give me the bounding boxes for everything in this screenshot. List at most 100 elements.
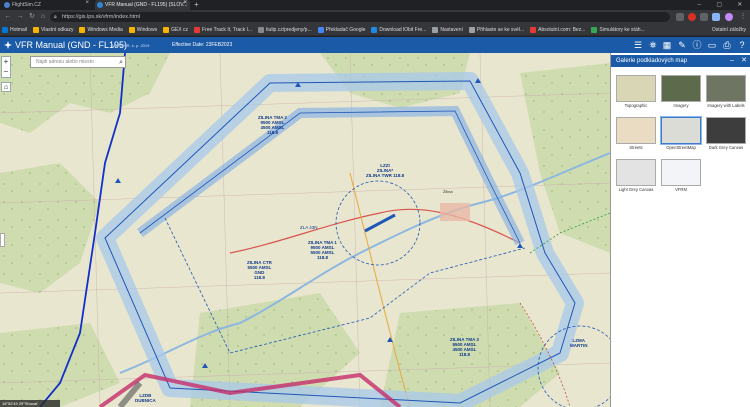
zilina-tma1-label: ZILINA TMA 1 9500 AMSL 5500 AMSL 118.8 xyxy=(308,240,337,260)
extensions-puzzle-icon[interactable] xyxy=(700,13,708,21)
back-arrow-icon[interactable]: ← xyxy=(3,12,13,22)
bookmark-item[interactable]: GEX cz xyxy=(161,26,192,33)
basemap-thumbnail xyxy=(661,75,701,102)
tab-close-icon[interactable]: × xyxy=(183,0,187,6)
zoom-in-button[interactable]: + xyxy=(2,57,10,67)
basemap-option[interactable]: Light Grey Canvas xyxy=(615,159,657,201)
tab-vfr-manual[interactable]: VFR Manual (GND - FL195) (SLOV... × xyxy=(95,0,190,10)
bookmark-icon xyxy=(258,26,265,33)
basemap-option[interactable]: Imagery with Labels xyxy=(705,75,747,117)
tab-favicon-icon xyxy=(4,2,10,8)
app-subtitle: MLPS SR, š. p. 2019 xyxy=(112,43,150,48)
bookmark-label: Download lObit Fre... xyxy=(379,26,427,33)
close-window-icon[interactable]: ✕ xyxy=(737,0,742,10)
zoom-control: + − xyxy=(1,56,11,78)
measure-icon[interactable]: ▭ xyxy=(706,39,718,51)
bookmark-item[interactable]: Simulátory ke stáh... xyxy=(589,26,648,33)
address-search-input[interactable]: Nájdi adresu alebo miesto ⌕ xyxy=(30,56,126,68)
minimize-panel-icon[interactable]: – xyxy=(727,56,737,66)
bookmark-label: Windows Media xyxy=(87,26,123,33)
minimize-icon[interactable]: – xyxy=(698,0,701,10)
bookmark-label: Překladač Google xyxy=(325,26,366,33)
bookmark-item[interactable]: Nastavení xyxy=(430,26,467,33)
basemap-thumbnail xyxy=(661,117,701,144)
bookmark-icon xyxy=(371,26,378,33)
search-placeholder: Nájdi adresu alebo miesto xyxy=(36,59,94,65)
new-tab-button[interactable]: + xyxy=(194,0,199,10)
lzdb-dubnica-label: LZDB DUBNICA xyxy=(135,393,156,403)
bookmark-label: Windows xyxy=(136,26,158,33)
basemap-option[interactable]: Topographic xyxy=(615,75,657,117)
basemap-caption: VFRM xyxy=(675,187,687,192)
map-canvas[interactable] xyxy=(0,53,610,407)
zla-label: ZLA 43N xyxy=(300,225,318,230)
address-bar-row: ← → ↻ ⌂ 🔒︎ https://gis.lps.sk/vfrm/index… xyxy=(0,10,750,24)
map-view[interactable]: ZILINA TMA 2 9500 AMSL 4500 AMSL 118.8 LZZI… xyxy=(0,53,610,407)
tab-flightsim[interactable]: FlightSim.CZ × xyxy=(2,0,92,10)
aerodrome-icon[interactable]: ⛯ xyxy=(647,39,659,51)
home-icon[interactable]: ⌂ xyxy=(38,12,48,22)
bookmark-item[interactable]: Windows xyxy=(127,26,161,33)
bookmark-item[interactable]: Free Track It, Track I... xyxy=(192,26,256,33)
tab-close-icon[interactable]: × xyxy=(85,0,89,6)
basemap-caption: OpenStreetMap xyxy=(666,145,696,150)
bookmark-icon xyxy=(128,26,135,33)
basemap-option[interactable]: OpenStreetMap xyxy=(660,117,702,159)
bookmarks-bar: Hotmail Vlastní odkazy Windows Media Window… xyxy=(0,24,750,36)
search-icon[interactable]: ⌕ xyxy=(119,57,123,68)
lzzi-aerodrome-label: LZZI ZILINA* ZILINA TWR 118.8 xyxy=(366,163,405,178)
coordinate-readout: 18°52'49 29°Shuzať xyxy=(0,400,60,407)
tab-favicon-icon xyxy=(97,2,103,8)
adblock-extension-icon[interactable] xyxy=(688,13,696,21)
profile-avatar[interactable] xyxy=(725,13,733,21)
other-bookmarks[interactable]: Ostatní záložky xyxy=(702,27,750,33)
zoom-out-button[interactable]: − xyxy=(2,67,10,77)
help-icon[interactable]: ? xyxy=(736,39,748,51)
zilina-tma3-label: ZILINA TMA 3 9500 AMSL 4500 AMSL 118.8 xyxy=(450,337,479,357)
close-panel-icon[interactable]: ✕ xyxy=(739,56,749,66)
basemap-option[interactable]: Dark Grey Canvas xyxy=(705,117,747,159)
browser-menu-icon[interactable]: ⋮ xyxy=(738,12,748,22)
url-text: https://gis.lps.sk/vfrm/index.html xyxy=(62,14,140,20)
bookmark-item[interactable]: Přihlaste se ke svél... xyxy=(467,26,528,33)
side-panel-toggle[interactable] xyxy=(0,233,5,247)
basemap-option[interactable]: VFRM xyxy=(660,159,702,201)
effective-date: Effective Date: 23FEB2023 xyxy=(172,42,233,48)
draw-icon[interactable]: ✎ xyxy=(676,39,688,51)
bookmark-item[interactable]: Překladač Google xyxy=(316,26,370,33)
legend-icon[interactable]: ☰ xyxy=(632,39,644,51)
url-field[interactable]: 🔒︎ https://gis.lps.sk/vfrm/index.html xyxy=(50,12,670,22)
lock-icon: 🔒︎ xyxy=(54,14,57,20)
basemap-gallery-icon[interactable]: ▦ xyxy=(661,39,673,51)
bookmark-item[interactable]: Hotmail xyxy=(0,26,31,33)
home-extent-icon[interactable]: ⌂ xyxy=(1,82,11,92)
basemap-option[interactable]: Imagery xyxy=(660,75,702,117)
app-header: VFR Manual (GND - FL195) MLPS SR, š. p. … xyxy=(0,37,750,53)
info-icon[interactable]: ⓘ xyxy=(691,39,703,51)
sidebar-icon[interactable] xyxy=(712,13,720,21)
basemap-caption: Imagery with Labels xyxy=(707,103,745,108)
bookmark-icon xyxy=(432,26,439,33)
bookmark-icon xyxy=(163,26,170,33)
bookmark-label: GEX cz xyxy=(171,26,189,33)
reload-icon[interactable]: ↻ xyxy=(27,12,37,22)
bookmark-item[interactable]: Vlastní odkazy xyxy=(31,26,78,33)
bookmark-item[interactable]: Absolutní.com: Bez... xyxy=(528,26,589,33)
app-title: VFR Manual (GND - FL195) xyxy=(15,40,128,50)
bookmark-icon xyxy=(2,26,8,33)
basemap-thumbnail xyxy=(616,159,656,186)
lzma-martin-label: LZMA MARTIN xyxy=(570,338,588,348)
basemap-option[interactable]: Streets xyxy=(615,117,657,159)
basemap-caption: Imagery xyxy=(673,103,689,108)
zilina-tma2-label: ZILINA TMA 2 9500 AMSL 4500 AMSL 118.8 xyxy=(258,115,287,135)
bookmark-icon xyxy=(32,26,39,33)
bookmark-label: Přihlaste se ke svél... xyxy=(476,26,525,33)
bookmark-item[interactable]: tiulip.cz/predjeny/p... xyxy=(256,26,316,33)
forward-arrow-icon[interactable]: → xyxy=(15,12,25,22)
share-icon[interactable] xyxy=(676,13,684,21)
bookmark-item[interactable]: Windows Media xyxy=(77,26,126,33)
print-icon[interactable]: ⎙ xyxy=(721,39,733,51)
maximize-icon[interactable]: ▢ xyxy=(716,0,722,10)
bookmark-icon xyxy=(468,26,475,33)
bookmark-item[interactable]: Download lObit Fre... xyxy=(369,26,430,33)
